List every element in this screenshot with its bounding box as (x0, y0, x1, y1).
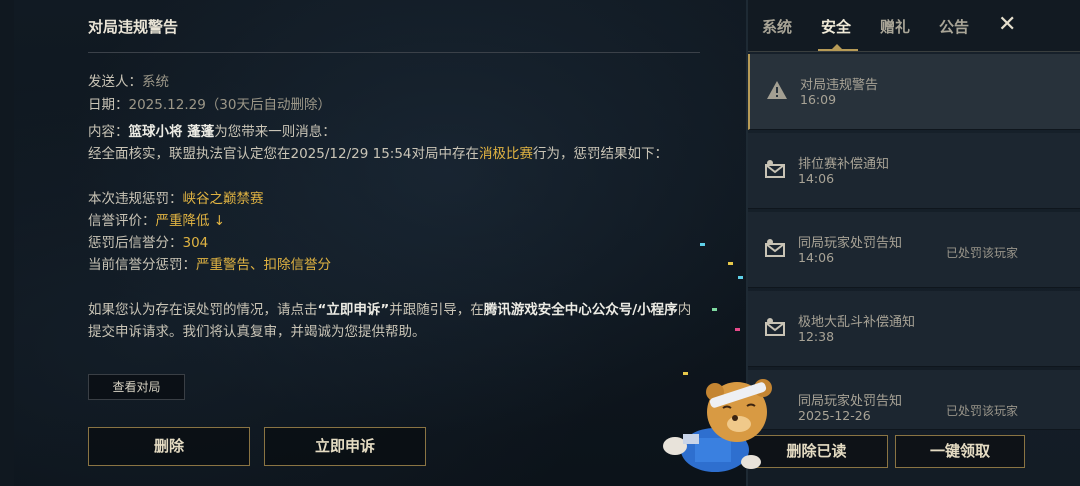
appeal-pre: 如果您认为存在误处罚的情况，请点击 (88, 302, 318, 318)
active-tab-caret (831, 44, 843, 50)
appeal-now-button[interactable]: 立即申诉 (264, 427, 426, 466)
verdict-pre: 经全面核实，联盟执法官认定您在2025/12/29 15:54对局中存在 (88, 146, 480, 162)
content-label: 内容： (88, 124, 129, 140)
close-icon[interactable]: ✕ (998, 12, 1016, 37)
tab-gifts[interactable]: 赠礼 (880, 16, 910, 37)
content-sender-name: 篮球小将 蓬蓬 (128, 124, 215, 140)
current-penalty-row: 当前信誉分惩罚：严重警告、扣除信誉分 (88, 253, 331, 273)
date-row: 日期：2025.12.29（30天后自动删除） (88, 93, 331, 113)
mail-status-note: 已处罚该玩家 (946, 404, 1019, 418)
content-line-2: 经全面核实，联盟执法官认定您在2025/12/29 15:54对局中存在消极比赛… (88, 142, 668, 162)
mail-title: 极地大乱斗补偿通知 (798, 315, 916, 330)
tab-announcements[interactable]: 公告 (939, 16, 969, 37)
credit-value: 严重降低 (155, 213, 210, 229)
appeal-line-1: 如果您认为存在误处罚的情况，请点击“立即申诉”并跟随引导，在腾讯游戏安全中心公众… (88, 298, 691, 318)
confetti-piece (728, 262, 733, 265)
mail-item[interactable]: 同局玩家处罚告知 14:06 已处罚该玩家 (748, 212, 1080, 288)
sender-value: 系统 (142, 74, 169, 90)
mail-time: 16:09 (800, 92, 837, 107)
mail-item[interactable]: 排位赛补偿通知 14:06 (748, 133, 1080, 209)
claim-all-button[interactable]: 一键领取 (895, 435, 1025, 468)
title-divider (88, 52, 700, 53)
violation-type: 消极比赛 (479, 146, 534, 162)
appeal-quote: “立即申诉” (317, 302, 390, 318)
tab-security[interactable]: 安全 (821, 16, 851, 37)
mail-title: 对局违规警告 (800, 78, 879, 93)
date-label: 日期： (88, 97, 129, 113)
mail-title: 排位赛补偿通知 (798, 157, 890, 172)
confetti-piece (738, 276, 743, 279)
confetti-piece (700, 243, 705, 246)
mail-title: 同局玩家处罚告知 (798, 394, 903, 409)
content-line-1: 内容：篮球小将 蓬蓬为您带来一则消息： (88, 120, 336, 140)
verdict-post: 行为，惩罚结果如下： (533, 146, 669, 162)
score-value: 304 (182, 235, 209, 251)
credit-row: 信誉评价：严重降低 ↓ (88, 209, 225, 229)
mail-item[interactable]: 对局违规警告 16:09 (748, 54, 1080, 130)
mail-item[interactable]: 极地大乱斗补偿通知 12:38 (748, 291, 1080, 367)
sender-row: 发送人：系统 (88, 70, 169, 90)
delete-button[interactable]: 删除 (88, 427, 250, 466)
mail-title: 同局玩家处罚告知 (798, 236, 903, 251)
date-value: 2025.12.29（30天后自动删除） (128, 97, 331, 113)
score-label: 惩罚后信誉分： (88, 235, 183, 251)
appeal-mid: 并跟随引导，在 (389, 302, 484, 318)
appeal-post: 内 (677, 302, 692, 318)
mail-icon (765, 239, 785, 257)
appeal-line-2: 提交申诉请求。我们将认真复审，并竭诚为您提供帮助。 (88, 324, 426, 340)
mail-detail-pane: 对局违规警告 发送人：系统 日期：2025.12.29（30天后自动删除） 内容… (0, 0, 746, 486)
confetti-piece (735, 328, 740, 331)
mail-time: 14:06 (798, 171, 835, 186)
mail-time: 12:38 (798, 329, 835, 344)
tab-system[interactable]: 系统 (762, 16, 792, 37)
side-strip (0, 0, 14, 486)
credit-label: 信誉评价： (88, 213, 156, 229)
arrow-down-icon: ↓ (213, 213, 226, 229)
current-penalty-value: 严重警告、扣除信誉分 (196, 257, 331, 273)
score-row: 惩罚后信誉分：304 (88, 231, 208, 251)
mail-title: 对局违规警告 (88, 18, 179, 36)
sender-label: 发送人： (88, 74, 142, 90)
penalty-value: 峡谷之巅禁赛 (182, 191, 264, 207)
mail-status-note: 已处罚该玩家 (946, 246, 1019, 260)
warning-icon (767, 81, 787, 99)
content-tail: 为您带来一则消息： (214, 124, 336, 140)
confetti-piece (712, 308, 717, 311)
penalty-row: 本次违规惩罚：峡谷之巅禁赛 (88, 187, 264, 207)
appeal-channel: 腾讯游戏安全中心公众号/小程序 (483, 302, 678, 318)
mail-time: 2025-12-26 (798, 408, 871, 423)
mail-icon (765, 318, 785, 336)
mail-icon (765, 160, 785, 178)
current-penalty-label: 当前信誉分惩罚： (88, 257, 196, 273)
mascot-bear-image (663, 379, 772, 472)
confetti-piece (683, 372, 688, 375)
view-match-button[interactable]: 查看对局 (88, 374, 185, 400)
tab-bar: 系统 安全 赠礼 公告 ✕ (748, 0, 1080, 52)
penalty-label: 本次违规惩罚： (88, 191, 183, 207)
mail-time: 14:06 (798, 250, 835, 265)
